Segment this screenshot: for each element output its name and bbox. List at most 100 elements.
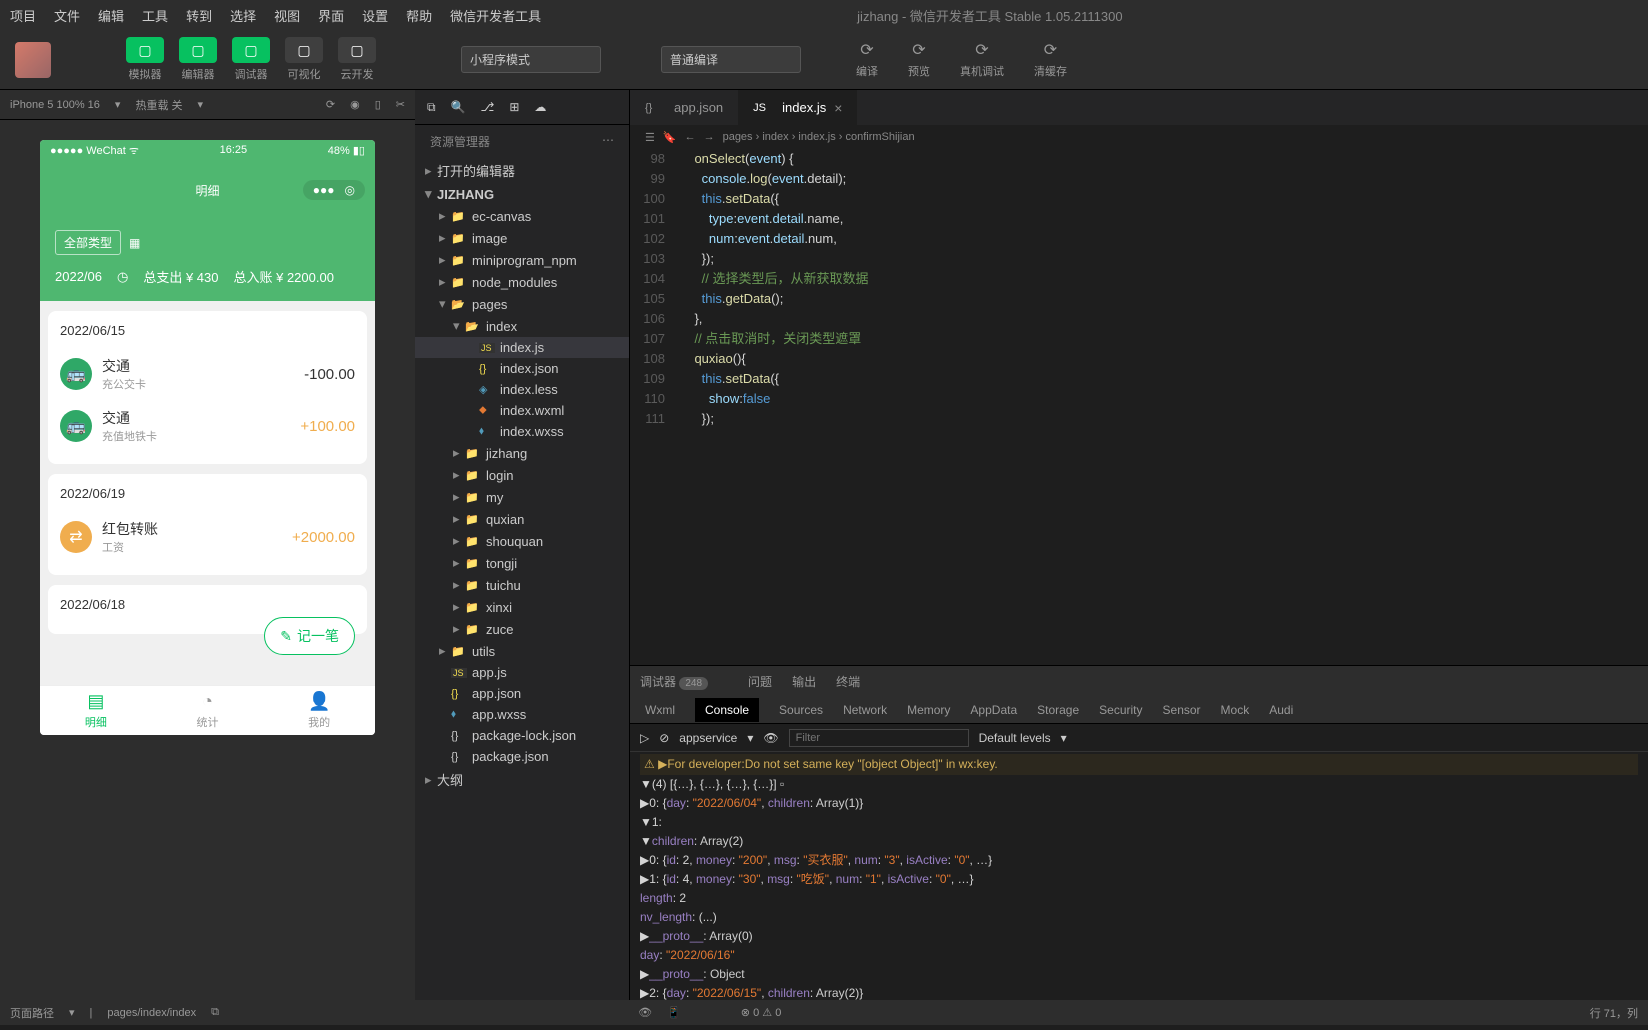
- tb-真机调试[interactable]: ⟳真机调试: [955, 38, 1009, 81]
- tree-index.json[interactable]: {}index.json: [415, 358, 629, 379]
- menu-帮助[interactable]: 帮助: [406, 9, 432, 24]
- refresh-icon[interactable]: ⟳: [326, 98, 335, 111]
- tree-index.less[interactable]: ◈index.less: [415, 379, 629, 400]
- console-line[interactable]: nv_length: (...): [640, 908, 1638, 927]
- devtab-Storage[interactable]: Storage: [1037, 703, 1079, 717]
- tree-utils[interactable]: ▸📁utils: [415, 640, 629, 662]
- tb-可视化[interactable]: ▢可视化: [280, 35, 328, 84]
- console-line[interactable]: ▶2: {day: "2022/06/15", children: Array(…: [640, 984, 1638, 1000]
- phone-icon[interactable]: 📱: [667, 1006, 681, 1019]
- play-icon[interactable]: ▷: [640, 731, 649, 745]
- levels-select[interactable]: Default levels: [979, 731, 1051, 745]
- tree-index.wxml[interactable]: ⬥index.wxml: [415, 400, 629, 421]
- tb-云开发[interactable]: ▢云开发: [333, 35, 381, 84]
- cut-icon[interactable]: ✂: [396, 98, 405, 111]
- devtab-Sensor[interactable]: Sensor: [1163, 703, 1201, 717]
- record-row[interactable]: 🚌交通充值地铁卡+100.00: [60, 400, 355, 452]
- console-line[interactable]: day: "2022/06/16": [640, 946, 1638, 965]
- tree-login[interactable]: ▸📁login: [415, 464, 629, 486]
- outline[interactable]: ▸大纲: [415, 767, 629, 792]
- menu-转到[interactable]: 转到: [186, 9, 212, 24]
- tab-index.js[interactable]: JSindex.js×: [738, 90, 857, 125]
- tb-编译[interactable]: ⟳编译: [851, 38, 883, 81]
- menu-设置[interactable]: 设置: [362, 9, 388, 24]
- devtab-Security[interactable]: Security: [1099, 703, 1142, 717]
- tb-预览[interactable]: ⟳预览: [903, 38, 935, 81]
- device-icon[interactable]: ▯: [375, 98, 381, 111]
- ext-icon[interactable]: ⊞: [509, 100, 519, 114]
- eye-icon[interactable]: 👁: [638, 1006, 652, 1019]
- devtab-Audi[interactable]: Audi: [1269, 703, 1293, 717]
- eye-icon[interactable]: 👁: [763, 731, 778, 745]
- devtab-Wxml[interactable]: Wxml: [645, 703, 675, 717]
- capsule-close[interactable]: ◎: [345, 183, 355, 197]
- tb-编辑器[interactable]: ▢编辑器: [174, 35, 222, 84]
- tree-tongji[interactable]: ▸📁tongji: [415, 552, 629, 574]
- tb-模拟器[interactable]: ▢模拟器: [121, 35, 169, 84]
- tree-quxian[interactable]: ▸📁quxian: [415, 508, 629, 530]
- files-icon[interactable]: ⧉: [427, 100, 436, 115]
- devtab-Sources[interactable]: Sources: [779, 703, 823, 717]
- menu-视图[interactable]: 视图: [274, 9, 300, 24]
- tree-package-lock.json[interactable]: {}package-lock.json: [415, 725, 629, 746]
- dbg-tab-问题[interactable]: 问题: [748, 675, 772, 689]
- search-icon[interactable]: 🔍: [451, 100, 466, 114]
- record-row[interactable]: ⇄红包转账工资+2000.00: [60, 511, 355, 563]
- console-line[interactable]: ▶__proto__: Object: [640, 965, 1638, 984]
- tree-zuce[interactable]: ▸📁zuce: [415, 618, 629, 640]
- tb-清缓存[interactable]: ⟳清缓存: [1029, 38, 1072, 81]
- console-line[interactable]: ▶0: {day: "2022/06/04", children: Array(…: [640, 794, 1638, 813]
- hotreload[interactable]: 热重载 关: [135, 97, 182, 113]
- tb-调试器[interactable]: ▢调试器: [227, 35, 275, 84]
- device-select[interactable]: iPhone 5 100% 16: [10, 99, 100, 111]
- menu-编辑[interactable]: 编辑: [98, 9, 124, 24]
- menu-项目[interactable]: 项目: [10, 9, 36, 24]
- tree-image[interactable]: ▸📁image: [415, 227, 629, 249]
- tree-my[interactable]: ▸📁my: [415, 486, 629, 508]
- menu-微信开发者工具[interactable]: 微信开发者工具: [450, 9, 541, 24]
- cloud-icon[interactable]: ☁: [534, 100, 546, 114]
- console-line[interactable]: ▼(4) [{…}, {…}, {…}, {…}] ▫: [640, 775, 1638, 794]
- devtab-Memory[interactable]: Memory: [907, 703, 950, 717]
- console-line[interactable]: length: 2: [640, 889, 1638, 908]
- copy-icon[interactable]: ⧉: [211, 1006, 219, 1019]
- tree-shouquan[interactable]: ▸📁shouquan: [415, 530, 629, 552]
- tree-jizhang[interactable]: ▸📁jizhang: [415, 442, 629, 464]
- opened-editors[interactable]: ▸打开的编辑器: [415, 158, 629, 183]
- project-root[interactable]: ▾JIZHANG: [415, 183, 629, 205]
- tree-xinxi[interactable]: ▸📁xinxi: [415, 596, 629, 618]
- console-line[interactable]: ▶1: {id: 4, money: "30", msg: "吃饭", num:…: [640, 870, 1638, 889]
- filter-button[interactable]: 全部类型: [55, 230, 121, 255]
- tree-app.json[interactable]: {}app.json: [415, 683, 629, 704]
- tree-app.wxss[interactable]: ⬧app.wxss: [415, 704, 629, 725]
- console-line[interactable]: ▶0: {id: 2, money: "200", msg: "买衣服", nu…: [640, 851, 1638, 870]
- menu-界面[interactable]: 界面: [318, 9, 344, 24]
- clear-icon[interactable]: ⊘: [659, 731, 669, 745]
- mode-select[interactable]: 小程序模式: [461, 46, 601, 73]
- console-line[interactable]: ▶__proto__: Array(0): [640, 927, 1638, 946]
- tree-package.json[interactable]: {}package.json: [415, 746, 629, 767]
- git-icon[interactable]: ⎇: [481, 100, 495, 114]
- month[interactable]: 2022/06: [55, 269, 102, 284]
- context-select[interactable]: appservice: [679, 731, 737, 745]
- record-icon[interactable]: ◉: [350, 98, 360, 111]
- record-row[interactable]: 🚌交通充公交卡-100.00: [60, 348, 355, 400]
- devtab-Mock[interactable]: Mock: [1221, 703, 1250, 717]
- filter-input[interactable]: [789, 729, 969, 747]
- tree-miniprogram_npm[interactable]: ▸📁miniprogram_npm: [415, 249, 629, 271]
- tabbar-统计[interactable]: ◔统计: [152, 686, 264, 735]
- tree-app.js[interactable]: JSapp.js: [415, 662, 629, 683]
- debugger-tab[interactable]: 调试器 248: [640, 673, 708, 690]
- devtab-AppData[interactable]: AppData: [970, 703, 1017, 717]
- tree-pages[interactable]: ▾📂pages: [415, 293, 629, 315]
- breadcrumb[interactable]: ☰🔖←→ pages › index › index.js › confirmS…: [630, 125, 1648, 149]
- tree-ec-canvas[interactable]: ▸📁ec-canvas: [415, 205, 629, 227]
- devtab-Console[interactable]: Console: [695, 698, 759, 722]
- tree-tuichu[interactable]: ▸📁tuichu: [415, 574, 629, 596]
- devtab-Network[interactable]: Network: [843, 703, 887, 717]
- dbg-tab-终端[interactable]: 终端: [836, 675, 860, 689]
- tree-index.js[interactable]: JSindex.js: [415, 337, 629, 358]
- tabbar-我的[interactable]: 👤我的: [263, 686, 375, 735]
- close-icon[interactable]: ×: [834, 100, 842, 116]
- tabbar-明细[interactable]: ▤明细: [40, 686, 152, 735]
